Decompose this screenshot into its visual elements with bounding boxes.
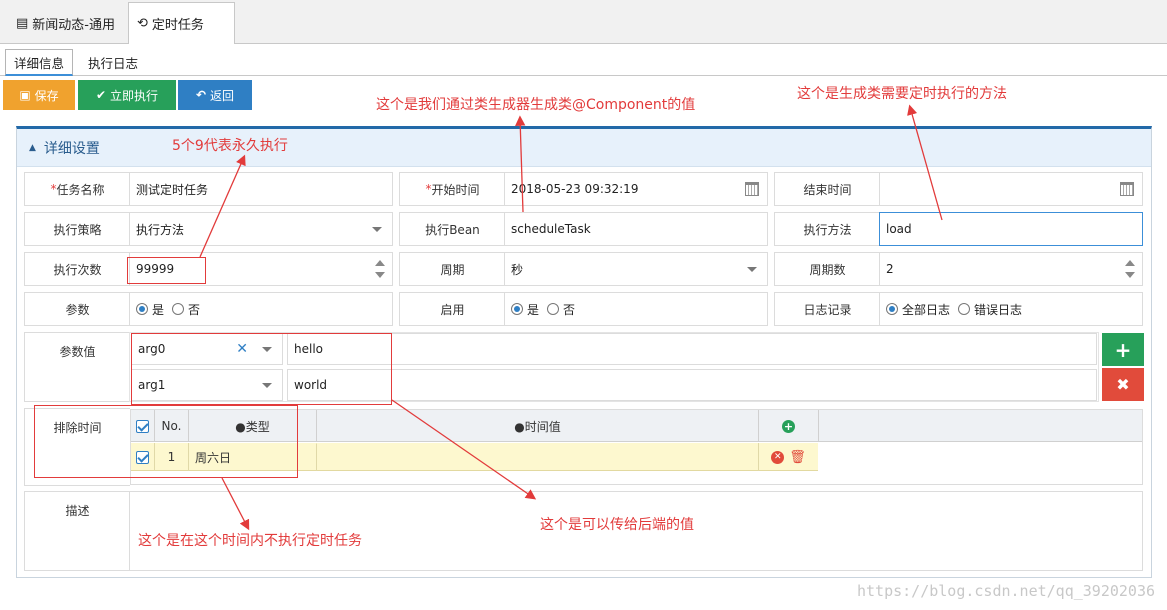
tab-scheduled-task[interactable]: ⟲ 定时任务 bbox=[128, 2, 235, 44]
panel-title: 详细设置 bbox=[43, 140, 100, 157]
trash-icon[interactable]: 🗑 bbox=[789, 450, 806, 465]
annotation-box-exclude bbox=[34, 405, 298, 478]
start-time-input[interactable]: 2018-05-23 09:32:19 bbox=[504, 172, 768, 206]
log-radio-group: 全部日志 错误日志 bbox=[879, 292, 1143, 326]
calendar-icon[interactable] bbox=[1120, 182, 1134, 196]
collapse-caret-icon[interactable]: ▲ bbox=[29, 143, 36, 153]
watermark: https://blog.csdn.net/qq_39202036 bbox=[856, 582, 1155, 600]
end-time-label: 结束时间 bbox=[774, 172, 880, 206]
history-clock-icon: ⟲ bbox=[137, 16, 148, 31]
remove-param-button[interactable]: ✖ bbox=[1102, 368, 1144, 401]
row-time-value[interactable] bbox=[317, 443, 759, 471]
annotation-box-params bbox=[131, 333, 392, 405]
top-tab-bar: ▤ 新闻动态-通用 ⟲ 定时任务 bbox=[0, 0, 1167, 44]
annotation-backend: 这个是可以传给后端的值 bbox=[540, 517, 694, 533]
params-radio-group: 是 否 bbox=[129, 292, 393, 326]
add-row-button[interactable]: + bbox=[759, 410, 819, 442]
bean-input[interactable]: scheduleTask bbox=[504, 212, 768, 246]
sub-tab-bar: 详细信息 执行日志 bbox=[0, 45, 1167, 76]
enabled-no-radio[interactable]: 否 bbox=[547, 301, 575, 318]
task-name-input[interactable]: 测试定时任务 bbox=[129, 172, 393, 206]
period-num-stepper[interactable]: 2 bbox=[879, 252, 1143, 286]
start-time-label: * 开始时间 bbox=[399, 172, 505, 206]
method-input[interactable]: load bbox=[879, 212, 1143, 246]
param-values-label: 参数值 bbox=[24, 332, 130, 402]
param-value-input-0[interactable]: hello bbox=[287, 333, 1097, 365]
plus-circle-icon: + bbox=[782, 419, 795, 433]
enabled-radio-group: 是 否 bbox=[504, 292, 768, 326]
close-x-icon: ✖ bbox=[1116, 375, 1130, 394]
desc-label: 描述 bbox=[24, 491, 130, 571]
params-label: 参数 bbox=[24, 292, 130, 326]
row-actions: ✕ 🗑 bbox=[759, 443, 818, 471]
run-label: 立即执行 bbox=[110, 88, 159, 103]
tab-detail[interactable]: 详细信息 bbox=[5, 49, 74, 76]
spinner-arrows-icon[interactable] bbox=[375, 259, 385, 279]
period-label: 周期 bbox=[399, 252, 505, 286]
log-error-radio[interactable]: 错误日志 bbox=[958, 301, 1022, 318]
method-label: 执行方法 bbox=[774, 212, 880, 246]
run-now-button[interactable]: ✔ 立即执行 bbox=[78, 80, 176, 110]
save-label: 保存 bbox=[34, 88, 59, 103]
period-select[interactable]: 秒 bbox=[504, 252, 768, 286]
strategy-label: 执行策略 bbox=[24, 212, 130, 246]
annotation-method: 这个是生成类需要定时执行的方法 bbox=[797, 86, 1007, 102]
calendar-icon[interactable] bbox=[745, 182, 759, 196]
annotation-component: 这个是我们通过类生成器生成类@Component的值 bbox=[376, 97, 696, 113]
delete-circle-icon[interactable]: ✕ bbox=[771, 450, 785, 464]
log-label: 日志记录 bbox=[774, 292, 880, 326]
check-icon: ✔ bbox=[95, 88, 107, 102]
annotation-forever: 5个9代表永久执行 bbox=[172, 138, 288, 154]
annotation-box-count bbox=[127, 257, 206, 284]
param-value-input-1[interactable]: world bbox=[287, 369, 1097, 401]
floppy-icon: ▣ bbox=[19, 88, 31, 102]
col-time-value: ●时间值 bbox=[317, 410, 759, 442]
end-time-input[interactable] bbox=[879, 172, 1143, 206]
save-button[interactable]: ▣ 保存 bbox=[3, 80, 75, 110]
params-no-radio[interactable]: 否 bbox=[172, 301, 200, 318]
annotation-exclude: 这个是在这个时间内不执行定时任务 bbox=[138, 533, 362, 549]
bean-label: 执行Bean bbox=[399, 212, 505, 246]
add-param-button[interactable]: + bbox=[1102, 333, 1144, 366]
log-all-radio[interactable]: 全部日志 bbox=[886, 301, 950, 318]
enabled-label: 启用 bbox=[399, 292, 505, 326]
tab-news[interactable]: ▤ 新闻动态-通用 bbox=[8, 3, 123, 44]
tab-news-label: 新闻动态-通用 bbox=[32, 18, 115, 33]
back-button[interactable]: ↶ 返回 bbox=[178, 80, 252, 110]
back-label: 返回 bbox=[210, 88, 235, 103]
enabled-yes-radio[interactable]: 是 bbox=[511, 301, 539, 318]
count-label: 执行次数 bbox=[24, 252, 130, 286]
return-arrow-icon: ↶ bbox=[195, 88, 207, 102]
spinner-arrows-icon[interactable] bbox=[1125, 259, 1135, 279]
plus-icon: + bbox=[1114, 337, 1132, 362]
newspaper-icon: ▤ bbox=[16, 16, 29, 31]
tab-scheduled-task-label: 定时任务 bbox=[151, 18, 204, 33]
period-num-label: 周期数 bbox=[774, 252, 880, 286]
params-yes-radio[interactable]: 是 bbox=[136, 301, 164, 318]
tab-log[interactable]: 执行日志 bbox=[80, 49, 146, 76]
strategy-select[interactable]: 执行方法 bbox=[129, 212, 393, 246]
task-name-label: * 任务名称 bbox=[24, 172, 130, 206]
